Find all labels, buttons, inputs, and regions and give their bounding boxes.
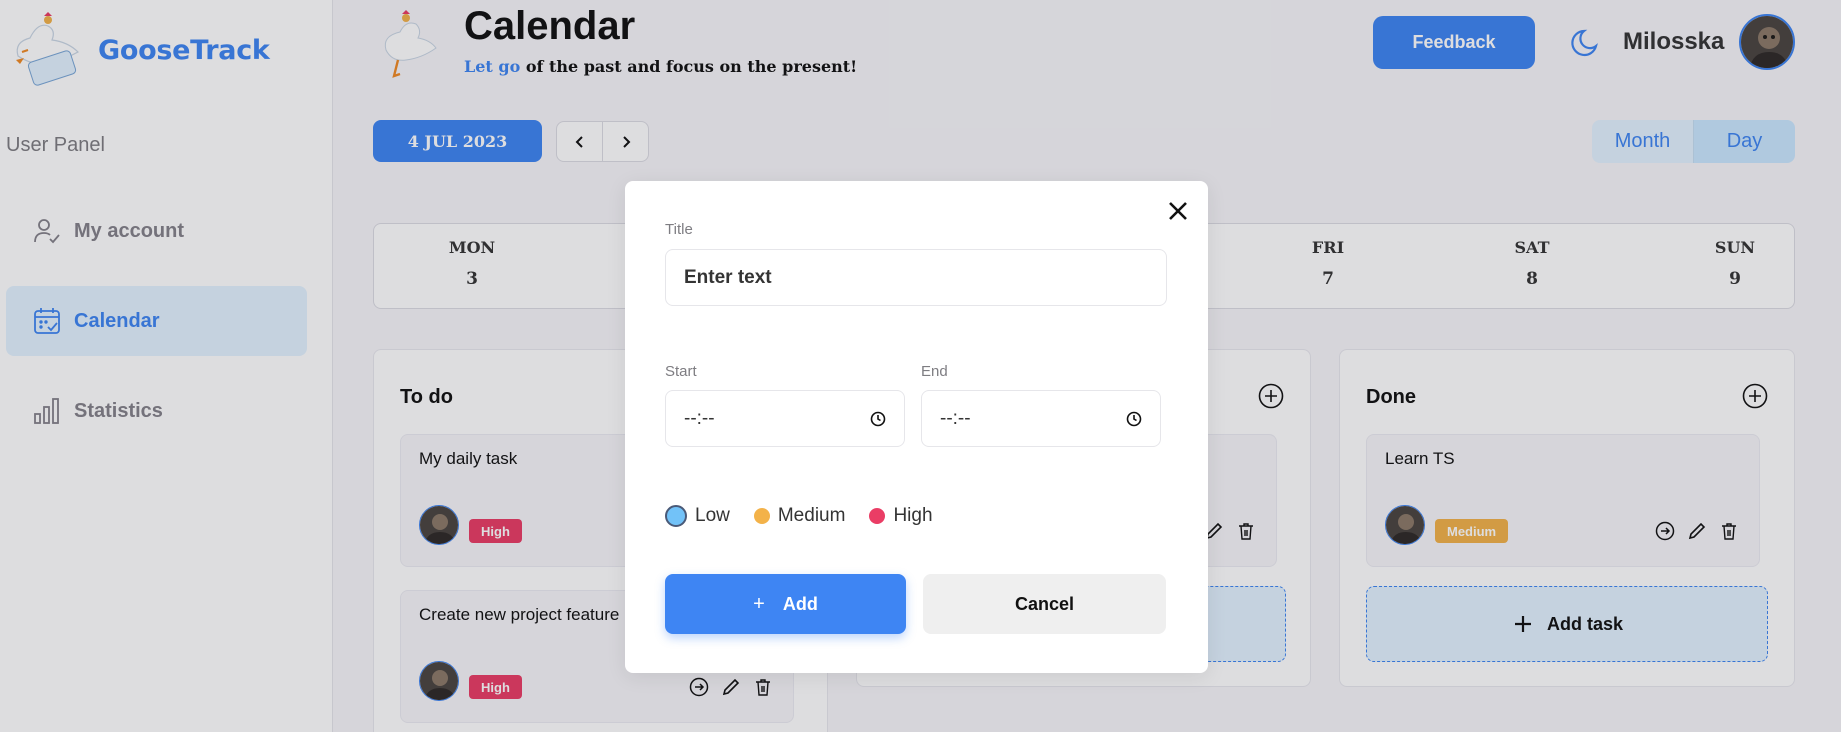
priority-label: High [893, 505, 933, 526]
cancel-button[interactable]: Cancel [923, 574, 1166, 634]
title-label: Title [665, 221, 693, 238]
add-button-label: Add [782, 593, 818, 614]
title-input[interactable]: Enter text [665, 249, 1167, 306]
end-time-value: --:-- [940, 407, 971, 429]
end-time-input[interactable]: --:-- [921, 390, 1161, 447]
clock-icon[interactable] [870, 411, 886, 427]
close-button[interactable] [1164, 197, 1192, 225]
plus-icon: + [753, 592, 765, 615]
priority-option-medium[interactable]: Medium [753, 505, 846, 527]
priority-label: Medium [777, 505, 846, 526]
radio-medium[interactable] [753, 508, 770, 524]
start-time-value: --:-- [684, 407, 715, 429]
clock-icon[interactable] [1126, 411, 1142, 427]
priority-label: Low [695, 505, 730, 526]
start-time-input[interactable]: --:-- [665, 390, 905, 447]
close-icon [1169, 202, 1187, 220]
priority-selector: Low Medium High [665, 505, 949, 527]
end-label: End [921, 363, 948, 380]
priority-option-low[interactable]: Low [665, 505, 730, 527]
radio-low[interactable] [665, 505, 687, 527]
add-task-modal: Title Enter text Start End --:-- --:-- L… [625, 181, 1208, 673]
add-button[interactable]: + Add [665, 574, 906, 634]
start-label: Start [665, 363, 697, 380]
radio-high[interactable] [869, 508, 886, 524]
priority-option-high[interactable]: High [869, 505, 933, 527]
